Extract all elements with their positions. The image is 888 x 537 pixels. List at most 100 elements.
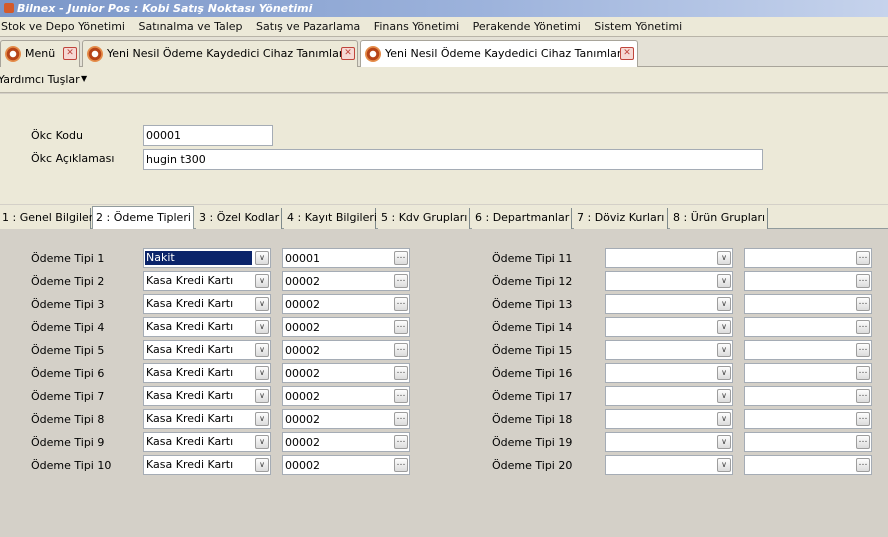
tab-odeme-tipleri[interactable]: 2 : Ödeme Tipleri	[92, 206, 194, 230]
doc-tab-okc-1[interactable]: Yeni Nesil Ödeme Kaydedici Cihaz Tanımla…	[82, 40, 358, 67]
payment-type-select[interactable]: Kasa Kredi Kartı ∨	[143, 432, 271, 452]
payment-code-input[interactable]: 00002…	[282, 271, 410, 291]
ellipsis-icon[interactable]: …	[856, 458, 870, 472]
payment-type-select[interactable]: Kasa Kredi Kartı ∨	[143, 340, 271, 360]
ellipsis-icon[interactable]: …	[856, 343, 870, 357]
chevron-down-icon[interactable]: ∨	[717, 251, 731, 265]
payment-code-input[interactable]: …	[744, 432, 872, 452]
chevron-down-icon[interactable]: ∨	[255, 320, 269, 334]
payment-code-input[interactable]: …	[744, 386, 872, 406]
close-icon[interactable]: ✕	[63, 47, 77, 60]
ellipsis-icon[interactable]: …	[394, 343, 408, 357]
chevron-down-icon[interactable]: ∨	[717, 412, 731, 426]
payment-code-input[interactable]: …	[744, 455, 872, 475]
chevron-down-icon[interactable]: ∨	[717, 343, 731, 357]
tab-doviz-kurlari[interactable]: 7 : Döviz Kurları	[574, 208, 668, 229]
payment-code-input[interactable]: …	[744, 317, 872, 337]
chevron-down-icon[interactable]: ∨	[717, 274, 731, 288]
chevron-down-icon[interactable]: ∨	[255, 251, 269, 265]
chevron-down-icon[interactable]: ∨	[255, 274, 269, 288]
tab-genel-bilgiler[interactable]: 1 : Genel Bilgiler	[0, 208, 93, 229]
tab-ozel-kodlar[interactable]: 3 : Özel Kodlar	[196, 208, 282, 229]
payment-type-select[interactable]: ∨	[605, 317, 733, 337]
payment-code-input[interactable]: 00002…	[282, 409, 410, 429]
menu-satis-pazarlama[interactable]: Satış ve Pazarlama	[252, 17, 366, 37]
payment-type-select[interactable]: ∨	[605, 363, 733, 383]
payment-type-select[interactable]: ∨	[605, 386, 733, 406]
ellipsis-icon[interactable]: …	[856, 412, 870, 426]
ellipsis-icon[interactable]: …	[856, 366, 870, 380]
payment-type-select[interactable]: Nakit ∨	[143, 248, 271, 268]
chevron-down-icon[interactable]: ∨	[255, 435, 269, 449]
close-icon[interactable]: ✕	[620, 47, 634, 60]
help-keys-menu[interactable]: Yardımcı Tuşlar	[0, 73, 80, 86]
ellipsis-icon[interactable]: …	[394, 412, 408, 426]
okc-aciklama-input[interactable]: hugin t300	[143, 149, 763, 170]
payment-type-select[interactable]: ∨	[605, 248, 733, 268]
payment-type-select[interactable]: ∨	[605, 340, 733, 360]
chevron-down-icon[interactable]: ∨	[255, 412, 269, 426]
menu-stok-depo[interactable]: Stok ve Depo Yönetimi	[0, 17, 131, 37]
payment-type-select[interactable]: Kasa Kredi Kartı ∨	[143, 317, 271, 337]
payment-type-select[interactable]: Kasa Kredi Kartı ∨	[143, 363, 271, 383]
menu-satinalma[interactable]: Satınalma ve Talep	[134, 17, 248, 37]
payment-code-input[interactable]: 00002…	[282, 432, 410, 452]
ellipsis-icon[interactable]: …	[394, 274, 408, 288]
payment-type-select[interactable]: ∨	[605, 455, 733, 475]
menu-perakende[interactable]: Perakende Yönetimi	[469, 17, 587, 37]
okc-kodu-input[interactable]: 00001	[143, 125, 273, 146]
payment-code-input[interactable]: 00002…	[282, 340, 410, 360]
chevron-down-icon[interactable]: ∨	[717, 458, 731, 472]
ellipsis-icon[interactable]: …	[394, 366, 408, 380]
payment-type-select[interactable]: Kasa Kredi Kartı ∨	[143, 271, 271, 291]
payment-code-input[interactable]: …	[744, 294, 872, 314]
dropdown-arrow-icon[interactable]: ▼	[81, 74, 87, 83]
chevron-down-icon[interactable]: ∨	[255, 458, 269, 472]
ellipsis-icon[interactable]: …	[856, 274, 870, 288]
payment-type-select[interactable]: ∨	[605, 271, 733, 291]
close-icon[interactable]: ✕	[341, 47, 355, 60]
payment-code-input[interactable]: …	[744, 363, 872, 383]
payment-type-select[interactable]: Kasa Kredi Kartı ∨	[143, 386, 271, 406]
ellipsis-icon[interactable]: …	[856, 435, 870, 449]
ellipsis-icon[interactable]: …	[394, 435, 408, 449]
payment-type-select[interactable]: Kasa Kredi Kartı ∨	[143, 409, 271, 429]
menu-finans[interactable]: Finans Yönetimi	[370, 17, 465, 37]
chevron-down-icon[interactable]: ∨	[255, 389, 269, 403]
chevron-down-icon[interactable]: ∨	[255, 343, 269, 357]
chevron-down-icon[interactable]: ∨	[717, 389, 731, 403]
payment-type-select[interactable]: Kasa Kredi Kartı ∨	[143, 294, 271, 314]
ellipsis-icon[interactable]: …	[394, 458, 408, 472]
payment-code-input[interactable]: …	[744, 340, 872, 360]
ellipsis-icon[interactable]: …	[394, 320, 408, 334]
payment-type-select[interactable]: ∨	[605, 432, 733, 452]
menu-sistem[interactable]: Sistem Yönetimi	[590, 17, 688, 37]
chevron-down-icon[interactable]: ∨	[717, 435, 731, 449]
payment-code-input[interactable]: 00002…	[282, 317, 410, 337]
tab-kdv-gruplari[interactable]: 5 : Kdv Grupları	[378, 208, 470, 229]
tab-kayit-bilgileri[interactable]: 4 : Kayıt Bilgileri	[284, 208, 377, 229]
payment-code-input[interactable]: 00002…	[282, 386, 410, 406]
chevron-down-icon[interactable]: ∨	[717, 366, 731, 380]
payment-code-input[interactable]: …	[744, 271, 872, 291]
payment-code-input[interactable]: 00002…	[282, 294, 410, 314]
ellipsis-icon[interactable]: …	[394, 251, 408, 265]
payment-type-select[interactable]: ∨	[605, 294, 733, 314]
ellipsis-icon[interactable]: …	[856, 297, 870, 311]
chevron-down-icon[interactable]: ∨	[255, 297, 269, 311]
payment-code-input[interactable]: 00002…	[282, 363, 410, 383]
payment-code-input[interactable]: 00001…	[282, 248, 410, 268]
payment-type-select[interactable]: ∨	[605, 409, 733, 429]
doc-tab-okc-2[interactable]: Yeni Nesil Ödeme Kaydedici Cihaz Tanımla…	[360, 40, 638, 68]
ellipsis-icon[interactable]: …	[856, 320, 870, 334]
ellipsis-icon[interactable]: …	[856, 389, 870, 403]
ellipsis-icon[interactable]: …	[394, 389, 408, 403]
ellipsis-icon[interactable]: …	[394, 297, 408, 311]
ellipsis-icon[interactable]: …	[856, 251, 870, 265]
payment-code-input[interactable]: …	[744, 248, 872, 268]
chevron-down-icon[interactable]: ∨	[255, 366, 269, 380]
payment-code-input[interactable]: 00002…	[282, 455, 410, 475]
chevron-down-icon[interactable]: ∨	[717, 297, 731, 311]
doc-tab-menu[interactable]: Menü ✕	[0, 40, 80, 67]
payment-type-select[interactable]: Kasa Kredi Kartı ∨	[143, 455, 271, 475]
